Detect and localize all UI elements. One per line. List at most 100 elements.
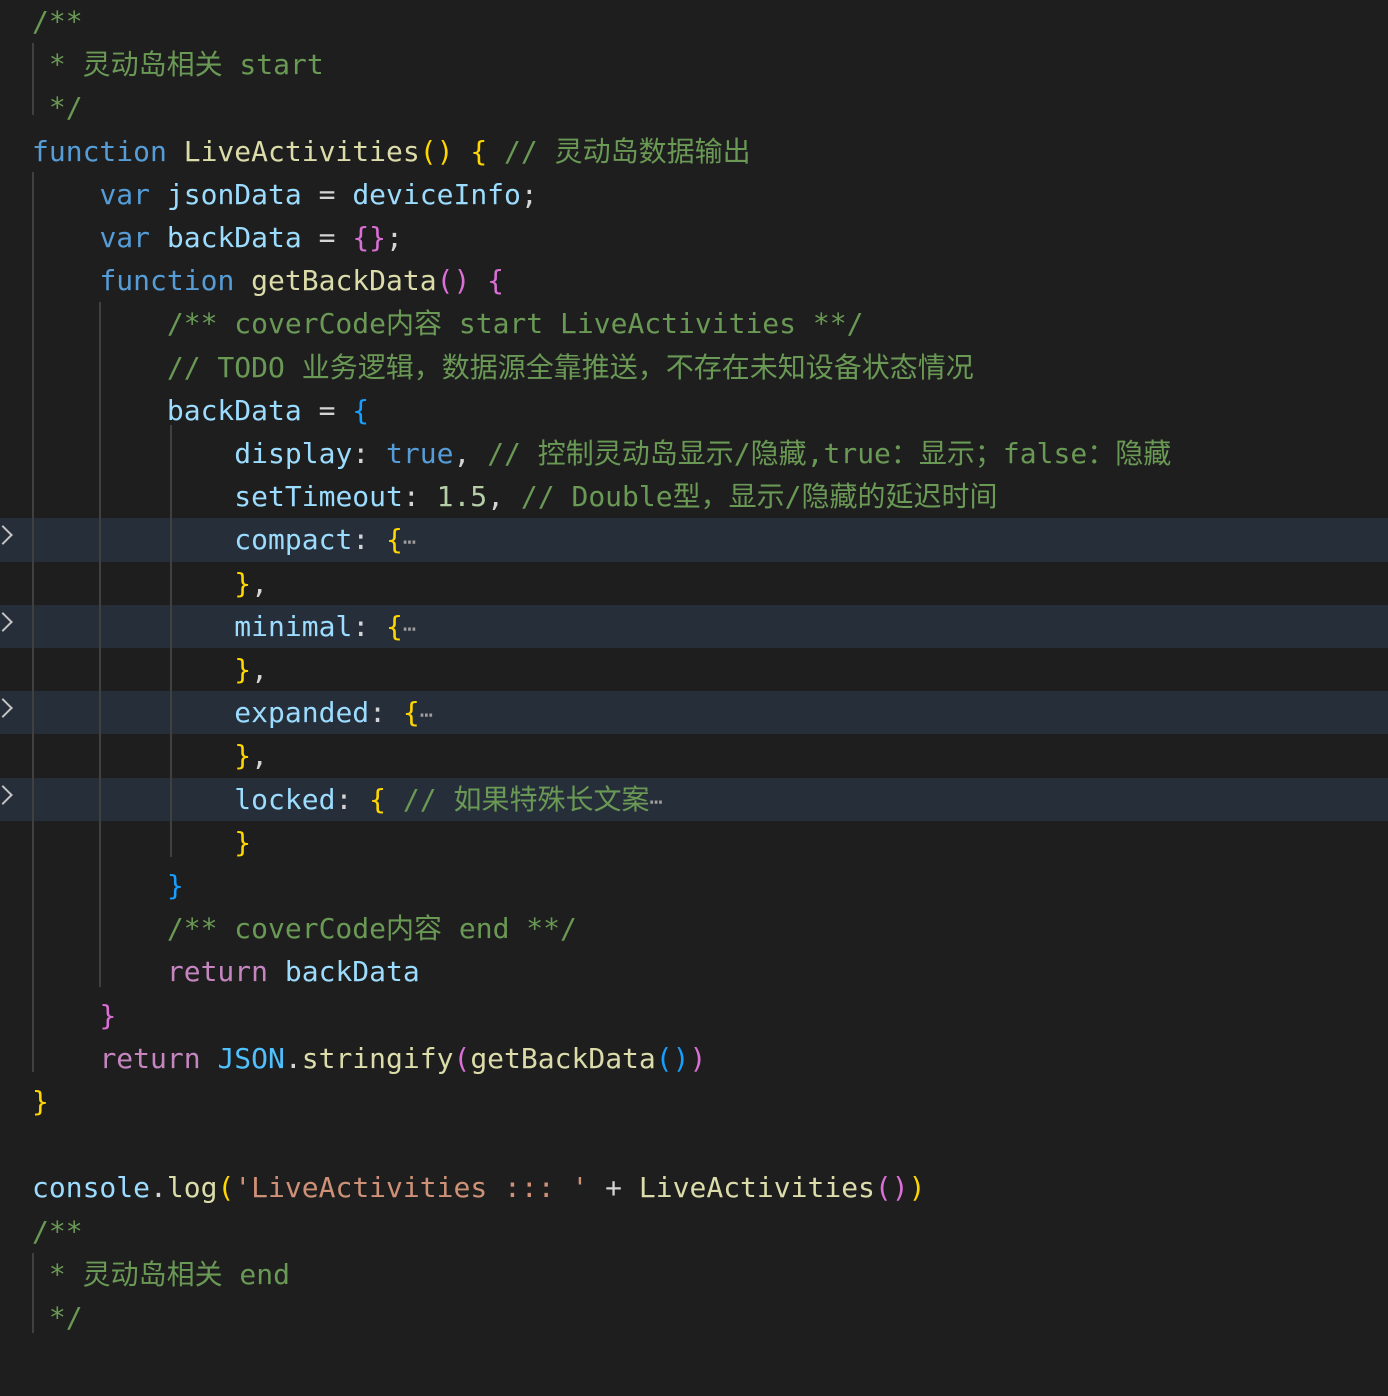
code-text: setTimeout: 1.5, // Double型，显示/隐藏的延迟时间 (32, 475, 997, 518)
code-text: */ (32, 1296, 83, 1339)
code-text: return JSON.stringify(getBackData()) (32, 1037, 706, 1080)
code-token: * 灵动岛相关 start (32, 48, 324, 82)
code-text: minimal: {⋯ (32, 605, 1388, 648)
code-line[interactable]: */ (0, 86, 1388, 129)
code-text: backData = { (32, 389, 369, 432)
code-line[interactable]: /** coverCode内容 end **/ (0, 907, 1388, 950)
code-line[interactable]: /** (0, 0, 1388, 43)
code-text: compact: {⋯ (32, 518, 1388, 561)
code-token: : (402, 480, 437, 514)
code-token: // 灵动岛数据输出 (504, 134, 751, 168)
code-token: */ (32, 91, 83, 125)
code-token: function (32, 134, 167, 168)
code-text: }, (32, 562, 268, 605)
code-token: { (386, 609, 403, 643)
fold-ellipsis[interactable]: ⋯ (420, 703, 433, 728)
code-token: getBackData (470, 1041, 656, 1075)
code-token: () (419, 134, 454, 168)
code-token: } (234, 825, 252, 859)
code-token: backData (284, 955, 420, 989)
chevron-right-icon[interactable] (0, 784, 13, 805)
code-token: jsonData (166, 177, 302, 211)
chevron-right-icon[interactable] (0, 525, 13, 546)
code-text: var backData = {}; (32, 216, 402, 259)
code-line[interactable]: */ (0, 1296, 1388, 1339)
code-line[interactable]: /** coverCode内容 start LiveActivities **/ (0, 302, 1388, 345)
code-line[interactable]: locked: { // 如果特殊长文案⋯ (0, 777, 1388, 821)
chevron-right-icon[interactable] (0, 698, 13, 719)
code-line[interactable]: } (0, 994, 1388, 1037)
fold-ellipsis[interactable]: ⋯ (403, 530, 416, 555)
code-line[interactable]: display: true, // 控制灵动岛显示/隐藏,true：显示；fal… (0, 432, 1388, 475)
code-line[interactable]: var backData = {}; (0, 216, 1388, 259)
fold-ellipsis[interactable]: ⋯ (649, 790, 662, 815)
code-line[interactable]: var jsonData = deviceInfo; (0, 173, 1388, 216)
code-text: console.log('LiveActivities ::: ' + Live… (32, 1166, 926, 1209)
code-token: = (301, 221, 353, 254)
code-text: }, (32, 734, 268, 777)
code-token: } (166, 869, 184, 902)
code-token: . (150, 1171, 167, 1205)
code-line[interactable]: backData = { (0, 389, 1388, 432)
code-line[interactable]: } (0, 1080, 1388, 1123)
code-line[interactable]: }, (0, 734, 1388, 777)
code-text: */ (32, 86, 83, 129)
code-token: = (301, 393, 353, 427)
code-line[interactable]: compact: {⋯ (0, 518, 1388, 562)
code-token: function (99, 264, 235, 298)
code-token: : (335, 782, 370, 816)
code-token: + (588, 1171, 639, 1205)
code-line[interactable]: }, (0, 648, 1388, 691)
code-token: ( (453, 1041, 471, 1075)
code-line[interactable] (0, 1123, 1388, 1166)
code-line[interactable]: return backData (0, 950, 1388, 993)
code-token: var (99, 177, 151, 211)
code-text: } (32, 864, 184, 907)
code-token: ; (520, 177, 538, 211)
code-token: backData (166, 221, 302, 254)
code-token: var (99, 221, 151, 254)
code-line[interactable]: // TODO 业务逻辑，数据源全靠推送，不存在未知设备状态情况 (0, 346, 1388, 389)
code-line[interactable]: minimal: {⋯ (0, 604, 1388, 648)
chevron-right-icon[interactable] (0, 611, 13, 632)
code-line[interactable]: function getBackData() { (0, 259, 1388, 302)
code-line[interactable]: return JSON.stringify(getBackData()) (0, 1037, 1388, 1080)
code-line[interactable]: console.log('LiveActivities ::: ' + Live… (0, 1166, 1388, 1209)
code-line[interactable]: function LiveActivities() { // 灵动岛数据输出 (0, 130, 1388, 173)
code-token: { (386, 523, 403, 557)
code-line[interactable]: expanded: {⋯ (0, 691, 1388, 735)
code-editor[interactable]: /** * 灵动岛相关 start */ function LiveActivit… (0, 0, 1388, 1396)
code-text: } (32, 994, 116, 1037)
code-token: stringify (301, 1041, 454, 1075)
code-token: , (453, 437, 488, 470)
code-text: // TODO 业务逻辑，数据源全靠推送，不存在未知设备状态情况 (32, 346, 974, 389)
code-token: : (352, 523, 387, 557)
code-line[interactable]: * 灵动岛相关 end (0, 1253, 1388, 1296)
fold-ellipsis[interactable]: ⋯ (403, 617, 416, 642)
code-line[interactable]: setTimeout: 1.5, // Double型，显示/隐藏的延迟时间 (0, 475, 1388, 518)
code-token: { (352, 393, 370, 427)
code-line[interactable]: } (0, 864, 1388, 907)
code-line[interactable]: /** (0, 1210, 1388, 1253)
code-line[interactable]: } (0, 821, 1388, 864)
code-text: /** coverCode内容 start LiveActivities **/ (32, 302, 864, 345)
code-line[interactable]: }, (0, 562, 1388, 605)
code-token: 'LiveActivities ::: ' (234, 1171, 589, 1205)
code-line[interactable]: * 灵动岛相关 start (0, 43, 1388, 86)
code-token: // TODO 业务逻辑，数据源全靠推送，不存在未知设备状态情况 (166, 350, 974, 384)
code-token: true (386, 437, 454, 470)
code-token: */ (32, 1301, 83, 1334)
